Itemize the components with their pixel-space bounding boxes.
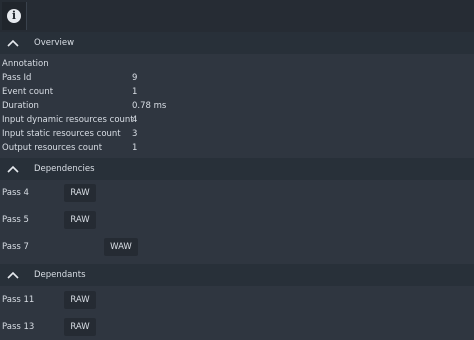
dependants-title: Dependants [34,270,86,280]
overview-title: Overview [34,38,75,48]
dependency-tag-button[interactable]: RAW [64,211,96,229]
dependency-tag-button[interactable]: RAW [64,184,96,202]
pass-id-label: Pass Id [2,73,32,83]
chevron-up-icon[interactable] [2,33,24,53]
event-count-value: 1 [132,87,138,97]
pass-id-value: 9 [132,73,138,83]
duration-value: 0.78 ms [132,101,167,111]
toolbar: i [0,0,474,32]
input-dynamic-label: Input dynamic resources count [2,115,134,125]
dependant-label: Pass 13 [2,322,35,332]
info-button[interactable]: i [2,2,27,30]
input-static-value: 3 [132,129,138,139]
input-static-label: Input static resources count [2,129,121,139]
dependency-label: Pass 7 [2,242,29,252]
overview-header[interactable]: Overview [0,32,474,54]
dependency-label: Pass 5 [2,215,29,225]
chevron-up-icon[interactable] [2,265,24,285]
event-count-label: Event count [2,87,54,97]
annotation-label: Annotation [2,59,49,69]
dependencies-title: Dependencies [34,164,95,174]
dependant-tag-button[interactable]: RAW [64,318,96,336]
dependants-header[interactable]: Dependants [0,264,474,286]
output-resources-label: Output resources count [2,143,103,153]
chevron-up-icon[interactable] [2,159,24,179]
dependency-tag-button[interactable]: WAW [104,238,138,256]
dependant-tag-button[interactable]: RAW [64,291,96,309]
output-resources-value: 1 [132,143,138,153]
input-dynamic-value: 4 [132,115,138,125]
info-icon: i [7,9,21,23]
dependant-label: Pass 11 [2,295,35,305]
dependency-label: Pass 4 [2,188,29,198]
duration-label: Duration [2,101,39,111]
dependencies-header[interactable]: Dependencies [0,158,474,180]
